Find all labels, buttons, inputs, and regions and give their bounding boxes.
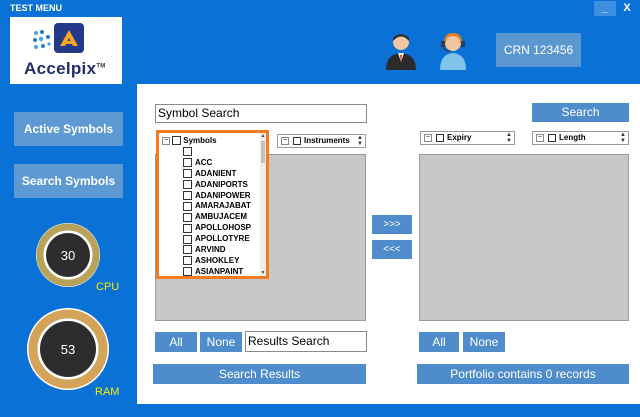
instruments-column-header[interactable]: − Instruments ▲ ▼ bbox=[277, 134, 366, 148]
scrollbar-thumb[interactable] bbox=[261, 141, 265, 163]
left-all-button[interactable]: All bbox=[155, 332, 197, 352]
support-agent-icon[interactable] bbox=[435, 32, 471, 70]
symbol-label: ADANIPORTS bbox=[195, 179, 248, 189]
symbol-checkbox[interactable] bbox=[183, 256, 192, 266]
symbol-list-item[interactable]: ADANIENT bbox=[183, 169, 251, 180]
symbol-label: ADANIPOWER bbox=[195, 190, 251, 200]
right-all-button[interactable]: All bbox=[419, 332, 459, 352]
right-none-button[interactable]: None bbox=[463, 332, 505, 352]
sort-spinner-icon[interactable]: ▲ ▼ bbox=[620, 132, 627, 144]
cpu-gauge: 30 bbox=[36, 223, 100, 287]
search-results-button[interactable]: Search Results bbox=[153, 364, 366, 384]
symbol-label: APOLLOTYRE bbox=[195, 234, 250, 244]
logo-tm: TM bbox=[96, 63, 106, 70]
collapse-toggle-icon[interactable]: − bbox=[162, 136, 170, 145]
symbol-checkbox[interactable] bbox=[183, 169, 192, 179]
window-title: TEST MENU bbox=[10, 3, 63, 13]
symbol-checkbox[interactable] bbox=[183, 190, 192, 200]
bottom-strip bbox=[0, 404, 640, 417]
expiry-column-header[interactable]: − Expiry ▲ ▼ bbox=[420, 131, 515, 145]
symbol-list-item[interactable]: ADANIPOWER bbox=[183, 191, 251, 202]
symbol-list-item[interactable]: AMBUJACEM bbox=[183, 212, 251, 223]
cpu-value: 30 bbox=[61, 248, 75, 263]
minimize-button[interactable]: _ bbox=[594, 1, 616, 16]
title-bar: TEST MENU _ X bbox=[0, 0, 640, 17]
collapse-toggle-icon[interactable]: − bbox=[536, 134, 544, 142]
symbol-list-item[interactable]: ASHOKLEY bbox=[183, 256, 251, 267]
length-column-header[interactable]: − Length ▲ ▼ bbox=[532, 131, 629, 145]
move-right-button[interactable]: >>> bbox=[372, 215, 412, 234]
length-header-label: Length bbox=[559, 133, 586, 142]
symbol-label: ASIANPAINT bbox=[195, 266, 244, 276]
symbol-list-item[interactable]: ASIANPAINT bbox=[183, 266, 251, 276]
expiry-header-label: Expiry bbox=[447, 133, 472, 142]
symbol-checkbox[interactable] bbox=[183, 201, 192, 211]
sort-spinner-icon[interactable]: ▲ ▼ bbox=[357, 135, 364, 147]
symbol-label: ACC bbox=[195, 157, 213, 167]
search-button[interactable]: Search bbox=[532, 103, 629, 122]
symbol-checkbox[interactable] bbox=[183, 147, 192, 157]
symbol-checkbox[interactable] bbox=[183, 234, 192, 244]
logo-text: Accelpix bbox=[24, 59, 97, 78]
logo-dots-icon bbox=[33, 30, 51, 49]
symbols-root-checkbox[interactable] bbox=[172, 136, 181, 146]
active-symbols-button[interactable]: Active Symbols bbox=[14, 112, 123, 146]
symbol-checkbox[interactable] bbox=[183, 212, 192, 222]
symbol-label: ADANIENT bbox=[195, 168, 237, 178]
symbol-list-item[interactable]: ARVIND bbox=[183, 245, 251, 256]
collapse-toggle-icon[interactable]: − bbox=[424, 134, 432, 142]
sidebar: Active Symbols Search Symbols 30 CPU 53 … bbox=[0, 84, 137, 404]
ram-gauge: 53 bbox=[27, 308, 109, 390]
symbol-list-item[interactable] bbox=[183, 147, 251, 158]
symbol-label: AMBUJACEM bbox=[195, 212, 247, 222]
ram-value: 53 bbox=[61, 342, 75, 357]
symbol-label: APOLLOHOSP bbox=[195, 223, 252, 233]
symbols-root-label: Symbols bbox=[183, 136, 217, 145]
scroll-up-icon[interactable]: ▲ bbox=[260, 133, 266, 139]
symbols-tree-panel[interactable]: − Symbols ACC ADANIENT ADANIPORTS ADANIPOWE… bbox=[156, 130, 269, 279]
move-left-button[interactable]: <<< bbox=[372, 240, 412, 259]
symbol-list-item[interactable]: ACC bbox=[183, 158, 251, 169]
search-symbols-button[interactable]: Search Symbols bbox=[14, 164, 123, 198]
portfolio-status-bar: Portfolio contains 0 records bbox=[417, 364, 629, 384]
accelpix-logo: AccelpixTM bbox=[10, 17, 122, 84]
symbol-checkbox[interactable] bbox=[183, 245, 192, 255]
symbol-checkbox[interactable] bbox=[183, 267, 192, 276]
close-button[interactable]: X bbox=[616, 1, 638, 16]
logo-mark-icon bbox=[54, 23, 84, 53]
left-none-button[interactable]: None bbox=[200, 332, 242, 352]
instruments-checkbox[interactable] bbox=[293, 137, 301, 145]
collapse-toggle-icon[interactable]: − bbox=[281, 137, 289, 145]
logo-wordmark: AccelpixTM bbox=[24, 59, 106, 79]
results-search-input[interactable]: Results Search bbox=[245, 331, 367, 352]
symbol-label: ARVIND bbox=[195, 245, 226, 255]
symbols-tree-root[interactable]: − Symbols bbox=[162, 136, 217, 146]
instruments-header-label: Instruments bbox=[304, 136, 350, 145]
symbol-checkbox[interactable] bbox=[183, 180, 192, 190]
symbol-checkbox[interactable] bbox=[183, 223, 192, 233]
crn-badge: CRN 123456 bbox=[496, 33, 581, 67]
symbol-search-input[interactable]: Symbol Search bbox=[155, 104, 367, 123]
symbol-list-item[interactable]: APOLLOTYRE bbox=[183, 234, 251, 245]
cpu-label: CPU bbox=[96, 281, 120, 293]
length-checkbox[interactable] bbox=[548, 134, 556, 142]
symbol-label: ASHOKLEY bbox=[195, 255, 240, 265]
user-avatar-icon[interactable] bbox=[383, 32, 419, 70]
symbol-checkbox[interactable] bbox=[183, 158, 192, 168]
expiry-checkbox[interactable] bbox=[436, 134, 444, 142]
symbols-scrollbar[interactable]: ▲ ▼ bbox=[260, 133, 266, 276]
symbol-list-item[interactable]: AMARAJABAT bbox=[183, 201, 251, 212]
scroll-down-icon[interactable]: ▼ bbox=[260, 270, 266, 276]
portfolio-grid[interactable] bbox=[419, 154, 629, 321]
ram-label: RAM bbox=[95, 386, 120, 398]
symbol-label: AMARAJABAT bbox=[195, 201, 251, 211]
sort-spinner-icon[interactable]: ▲ ▼ bbox=[506, 132, 513, 144]
symbols-list: ACC ADANIENT ADANIPORTS ADANIPOWER AMARAJABA… bbox=[183, 147, 251, 276]
symbol-list-item[interactable]: APOLLOHOSP bbox=[183, 223, 251, 234]
symbol-list-item[interactable]: ADANIPORTS bbox=[183, 180, 251, 191]
